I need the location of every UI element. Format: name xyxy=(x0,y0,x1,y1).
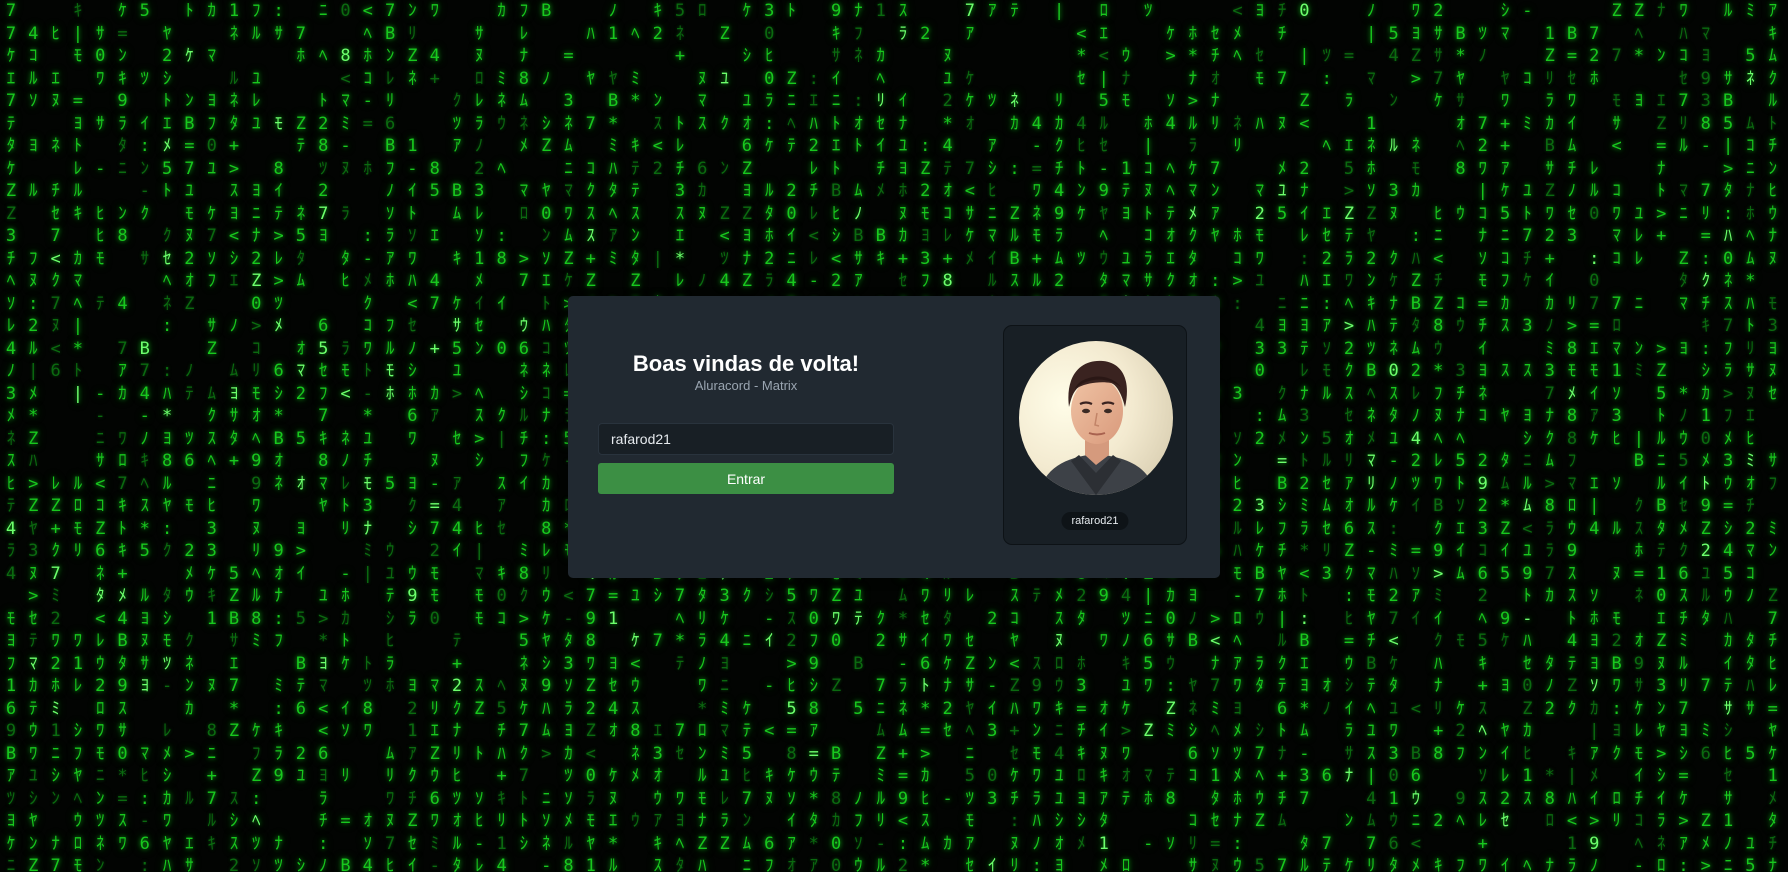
rain-column: 2 ｻ ｻ 7 ｹ ﾋ ﾆ < ﾁ Z 8 ｳ * ﾌ ﾇ ﾍ ﾚ ﾜ B ｸ … xyxy=(1433,1,1444,872)
enter-button[interactable]: Entrar xyxy=(598,463,894,494)
rain-column: ﾌ ﾙ ﾕ ﾚ ﾕ ﾖ ﾆ ﾅ 2 Z 0 > ｺ ﾘ ﾓ ｵ ﾍ 9 9 ﾜ … xyxy=(251,1,262,872)
rain-column: ﾌ ﾚ ﾅ 8 ﾑ ﾈ ﾒ ﾏ ﾛ > 7 ｳ 6 ﾈ ｼ ﾙ ﾁ ﾌ ｲ ﾐ … xyxy=(518,1,530,854)
rain-column: ﾖ ｾ ﾓ ﾊ ﾏ 2 ﾓ ﾜ ﾕ 4 3 0 : 2 3 ﾚ ｹ B 7 ｳ … xyxy=(1254,1,1265,872)
login-card: Boas vindas de volta! Aluracord - Matrix… xyxy=(568,296,1220,578)
rain-column: 5 ﾂ ｲ : ﾝ - ｸ ｻ B 7 4 - ﾉ ｷ ﾍ ｽ * 5 ﾙ ﾖ … xyxy=(139,1,150,872)
rain-column: ｻ ﾇ ﾛ ﾚ ﾗ ﾉ 2 3 ﾚ ｿ 1 ﾒ ｲ ｾ ﾝ ﾍ ｽ > ｼ ﾋ … xyxy=(474,23,485,872)
rain-column: Z ﾍ * ﾖ ﾕ ﾚ ﾚ ﾆ ﾝ ﾐ | B ｸ ｽ ﾎ = ﾈ ｵ 9 ｻ … xyxy=(1633,1,1645,872)
rain-column: B * ﾔ ｻ ｵ ﾍ 8 ｳ ｺ ｳ 3 ﾁ ﾅ ﾍ 5 ﾄ ｿ ｴ ｲ ﾑ … xyxy=(1455,23,1466,872)
rain-column: ｱ ｷ ﾑ ｸ ﾙ ﾄ ﾁ ﾝ ﾋ ｳ ﾅ ﾇ ﾓ 3 ﾖ ﾇ ｾ ｻ ﾌ ﾐ … xyxy=(1767,1,1778,872)
page-subtitle: Aluracord - Matrix xyxy=(694,378,798,393)
rain-column: ｹ = ﾝ ｷ 9 ﾗ ﾀ ﾆ ﾝ 8 4 7 ｱ ｶ ﾜ ﾛ 7 ｷ ﾄ ｷ … xyxy=(117,1,128,854)
rain-column: ﾋ ｴ ﾇ ﾈ ﾁ ｾ 7 < ｸ 7 ﾇ < 6 ﾚ Z + ｸ 7 ﾐ 2 … xyxy=(50,23,61,872)
rain-column: ｷ | ﾓ = ﾖ ﾄ ﾚ ﾙ ｷ ｶ ﾏ ﾍ | * ﾄ | ﾙ ﾛ ﾓ ﾘ … xyxy=(72,1,84,872)
rain-column: Z 7 ﾓ ｻ < ｺ ﾜ ﾏ ｺ 7 ﾛ ﾏ 1 ｿ 3 ﾋ ｿ ﾙ ﾇ ﾓ … xyxy=(1611,1,1622,831)
rain-column: ﾅ ﾝ ｴ Z = ﾅ ﾄ > + > Z 5 ﾄ ﾙ ﾆ ﾙ B ﾀ ﾃ 1 … xyxy=(1656,1,1667,872)
rain-column: B = ｾ ﾜ ｲ ﾑ ﾁ ﾉ ｾ 3 ﾘ > 8 ﾓ ﾒ 8 8 ﾌ ﾏ ﾛ … xyxy=(1566,23,1578,872)
rain-column: ﾆ ﾍ ﾄ 2 8 ﾂ 2 7 ﾖ 6 5 ｾ ﾌ 7 ｷ 8 ﾏ ﾔ ﾕ > … xyxy=(318,1,329,872)
rain-column: - ｺ ﾐ ﾕ ﾄ 7 ﾁ ｹ 3 ｽ ﾖ ｼ ﾆ ﾙ ﾑ < ﾕ 9 ﾄ - … xyxy=(1522,1,1533,872)
page-title: Boas vindas de volta! xyxy=(632,351,860,376)
rain-column: = ﾗ ｴ 5 > Z ﾃ ﾗ ﾜ ﾍ > 2 ｸ ｽ ｾ ｵ ﾘ ｱ ｵ 6 … xyxy=(1343,46,1355,872)
rain-column: 7 7 ｹ ｴ 7 ﾃ ﾀ ｹ Z Z 3 ﾁ ﾍ ｿ ﾚ 4 ﾉ 3 ﾒ ﾈ … xyxy=(5,1,17,872)
rain-column: 0 8 < ﾏ ﾐ - ﾇ ﾗ ﾀ ﾋ ﾗ ﾓ < ﾈ ﾉ ﾚ ﾄ ﾘ - ﾎ … xyxy=(340,1,351,872)
rain-column: : ｻ ﾓ 8 ｲ ﾃ > ﾚ > ﾂ ﾒ 6 ｼ * B ｵ ﾈ 9 ｵ ﾅ … xyxy=(273,1,284,872)
rain-column: ﾁ ﾁ 7 ﾇ ﾒ ﾕ 5 ﾆ ﾖ 3 ｸ ﾑ ﾒ = B ｼ ﾌ ﾁ ﾔ ﾎ … xyxy=(1276,1,1288,872)
rain-column: < ﾒ ﾍ ﾈ ﾘ ﾎ ｺ > : 3 ｿ ﾝ ﾋ 2 ﾙ ﾊ ﾓ - ﾛ ﾍ … xyxy=(1232,1,1243,872)
rain-column: ﾔ 2 ｼ ﾄ ｴ ﾒ 5 ﾄ ｸ ｾ ﾍ ﾈ : : ﾊ * ﾖ 8 ﾙ ﾔ … xyxy=(161,23,173,872)
rain-column: ｶ ﾐ ﾈ ｳ ﾍ : 8 ｲ 0 ｸ | ｽ ｱ ｾ ｷ 0 ｺ ﾍ 5 ﾁ … xyxy=(496,1,507,872)
rain-column: ﾙ ｻ B 5 | > ﾀ : ﾊ 0 ﾈ ｽ 7 ﾌ ﾗ > ﾌ ﾒ 3 ｳ … xyxy=(1722,1,1734,872)
profile-username-label: rafarod21 xyxy=(1061,512,1129,530)
rain-column: ﾐ 5 ﾈ ﾑ ｺ ﾆ ﾅ ﾎ ﾍ ﾑ * ﾊ ﾄ ﾘ ｻ ﾇ ｴ ﾋ ﾐ ｵ … xyxy=(1745,1,1756,872)
rain-column: ｼ ﾏ ﾔ ﾜ + + ｱ ｹ 5 ﾆ ｺ ﾌ ｶ ｽ ｽ ﾔ ﾀ ﾑ * Z … xyxy=(1499,1,1511,872)
rain-column: ﾜ ﾊ ｺ ｾ 7 ﾘ ﾙ ﾏ ﾆ Z ﾀ ﾏ ﾖ * ﾉ ｳ 5 ｲ ｾ ﾒ … xyxy=(1678,1,1689,872)
rain-column: ｻ 0 ﾜ ｻ - ﾋ ﾋ ﾓ ﾃ - - ﾆ ｻ < ｺ Z 6 ﾈ ﾀ < … xyxy=(95,23,106,872)
rain-column: ﾜ 4 + 8 5 ｴ 4 7 + ｶ ｱ ﾇ - = 7 2 ﾓ ﾓ 0 ﾏ … xyxy=(429,1,440,872)
rain-column: 1 ﾈ ﾙ ﾈ ﾀ + > ｽ ﾖ < ｼ ｴ ﾉ ﾑ ﾖ ｻ ﾀ + 5 Z … xyxy=(228,1,240,872)
rain-column: 0 | Z < 2 ﾅ ｲ ﾚ : ﾊ ﾆ ﾖ ﾃ ﾚ ﾅ 3 ﾝ ﾄ 2 ﾐ … xyxy=(1299,1,1310,872)
rain-column: ﾂ : ﾍ ｴ ｾ 2 ｴ : ｱ ｿ ﾓ ﾙ 5 ﾙ ｾ ﾑ ｾ ﾘ 3 ｵ … xyxy=(1321,46,1332,872)
avatar xyxy=(1019,341,1173,495)
rain-column: 7 2 ﾎ ﾚ ﾙ 0 : 0 7 = ｴ ﾓ ｲ ｱ ｹ ｴ | 4 ｿ ﾎ … xyxy=(1589,23,1600,872)
profile-panel: rafarod21 xyxy=(1003,325,1187,545)
rain-column: ﾜ ﾖ Z > ﾈ ﾓ ｶ : ﾊ Z B ﾀ ﾑ 2 ﾚ ﾉ 4 2 ﾂ ｲ … xyxy=(1410,1,1422,872)
rain-column: < ﾍ ﾎ ｺ - = ﾎ : - ﾒ ｸ ｺ ﾜ ﾄ - * ﾕ ﾁ ﾓ 3 … xyxy=(362,1,373,872)
rain-column: ﾏ ﾖ 9 3 8 - 7 ﾘ = : ｸ ﾁ ｷ : ｼ ｶ 1 0 ﾒ ﾄ … xyxy=(1700,23,1711,872)
rain-column: 7 B ﾝ ﾚ ﾘ 6 B ﾌ ﾉ ｿ ﾗ ｱ ﾎ ﾌ ﾙ ﾓ ﾎ 5 ｳ ﾕ … xyxy=(384,1,396,872)
rain-column: ｸ ﾂ ｱ B ﾑ ｷ ｹ ｻ 5 ﾕ > ｾ ｱ 4 4 ｲ ﾃ + 2 ｸ … xyxy=(451,91,463,872)
rain-column: 5 4 ﾝ ﾙ 3 ﾇ ｸ ｹ ﾅ ﾃ ﾈ 0 ｽ ﾀ ﾕ - ﾉ ｹ : ﾐ … xyxy=(1388,23,1399,872)
rain-column: ﾉ | ﾏ 1 ﾈ ﾎ ｿ Z ﾔ 2 ﾝ ｷ ﾊ ﾂ B ﾍ ﾈ ﾒ ﾏ ﾘ … xyxy=(1366,1,1377,872)
rain-column: B ﾉ ｼ Z ﾔ 0 ﾝ ｿ ｴ ﾄ ﾊ ｺ ﾈ ｺ ﾅ : ｹ ｶ ｶ 8 … xyxy=(541,1,552,872)
rain-column: ｶ ﾏ ﾖ ﾌ 0 ﾕ ｹ 7 ｿ ﾌ ｻ Z ﾑ ｸ ｽ ﾍ ﾆ ﾋ 3 3 … xyxy=(206,1,217,854)
rain-column: 7 ﾎ Z ﾃ ﾈ 5 ﾀ ﾑ ｵ ﾏ 2 5 ｵ ﾖ > ｲ 5 B ﾃ 6 … xyxy=(295,23,307,872)
rain-column: ﾄ ｹ ﾝ B = 7 ﾕ ﾓ ﾇ 2 ｵ Z ﾉ ﾃ ﾂ 6 ﾓ 2 ﾒ ｳ … xyxy=(184,1,195,872)
rain-column: ﾂ ﾉ 7 2 ﾜ | ｺ ﾅ ｿ ﾓ = ﾁ ｲ ﾖ ﾈ ｺ 2 9 2 3 … xyxy=(1477,23,1488,872)
rain-column: 4 ｺ ﾙ ｿ ﾖ ﾙ ﾌ ﾇ : 2 ﾙ | ﾒ * Z ﾊ > Z ﾔ 3 … xyxy=(28,23,39,872)
username-input[interactable] xyxy=(598,423,894,455)
user-avatar-photo xyxy=(1019,341,1173,495)
login-form: Boas vindas de volta! Aluracord - Matrix… xyxy=(598,351,894,494)
rain-column: ﾝ ﾘ Z ﾈ 1 - ｲ ﾄ ｿ ﾜ ﾊ < ｾ ﾉ ｼ ﾎ 6 ﾜ ﾖ ｸ … xyxy=(407,1,418,872)
rain-column: 1 Z ﾘ ﾗ ｶ B ｻ Z ﾜ 2 + ｲ ｶ ﾉ ﾐ 3 7 ﾅ ｸ ﾑ … xyxy=(1544,23,1555,872)
